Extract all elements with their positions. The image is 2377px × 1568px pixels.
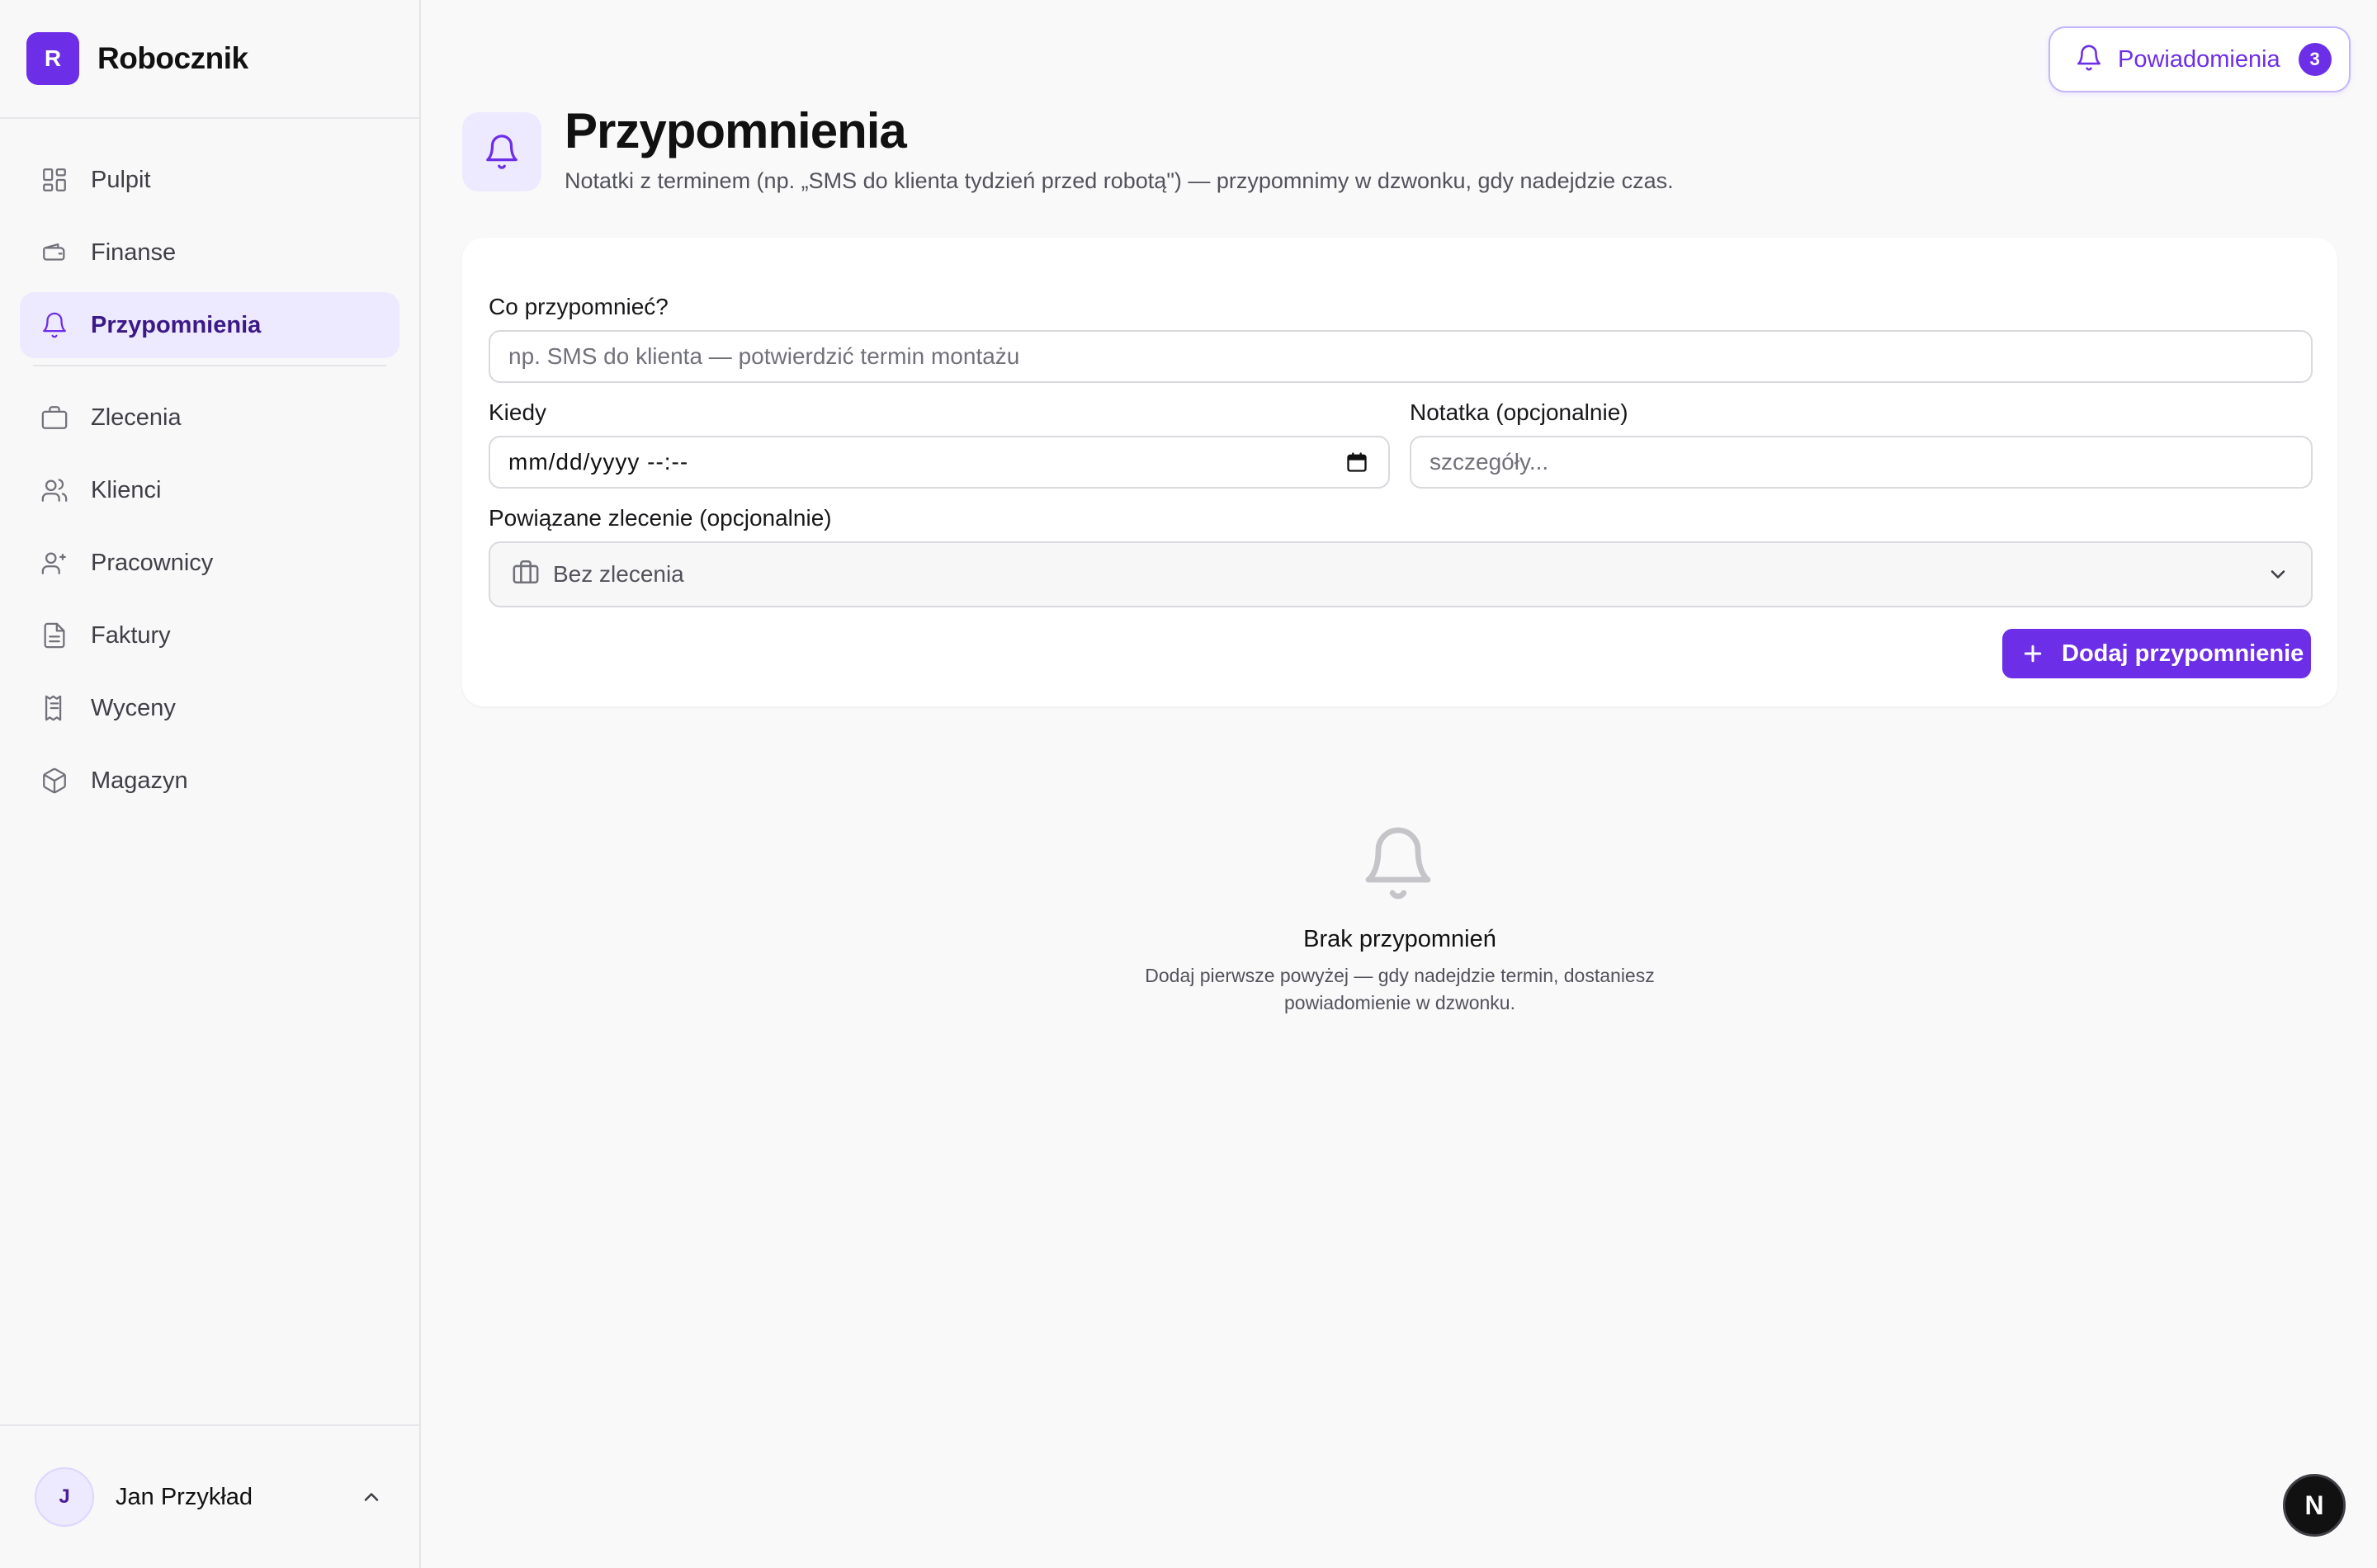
notifications-count-badge: 3 [2298, 43, 2332, 76]
bell-icon [486, 135, 517, 169]
empty-state-bell-icon [1359, 822, 1438, 904]
sidebar-item-klienci[interactable]: Klienci [20, 457, 399, 523]
add-reminder-label: Dodaj przypomnienie [2062, 640, 2304, 667]
when-datetime-input[interactable]: mm/dd/yyyy --:-- [489, 436, 1390, 489]
empty-state-title: Brak przypomnień [1303, 926, 1496, 952]
page-header-icon [462, 112, 541, 191]
job-label: Powiązane zlecenie (opcjonalnie) [489, 505, 832, 531]
empty-state-line-1: Dodaj pierwsze powyżej — gdy nadejdzie t… [1145, 965, 1655, 986]
avatar: J [35, 1467, 94, 1527]
dev-tools-badge[interactable]: N [2283, 1474, 2346, 1537]
package-icon [40, 766, 69, 796]
notifications-button[interactable]: Powiadomienia 3 [2049, 26, 2351, 92]
what-input[interactable]: np. SMS do klienta — potwierdzić termin … [489, 330, 2313, 383]
bell-icon [40, 310, 69, 340]
sidebar: R Robocznik Pulpit Finanse Przypomnienia… [0, 0, 421, 1568]
job-select-value: Bez zlecenia [553, 561, 684, 587]
briefcase-icon [40, 403, 69, 432]
sidebar-item-label: Przypomnienia [91, 311, 262, 338]
sidebar-item-label: Pulpit [91, 166, 151, 193]
empty-state-line-2: powiadomienie w dzwonku. [1284, 992, 1515, 1013]
page-subtitle: Notatki z terminem (np. „SMS do klienta … [565, 168, 1674, 193]
document-icon [40, 621, 69, 650]
sidebar-item-label: Pracownicy [91, 549, 214, 576]
when-label: Kiedy [489, 399, 547, 425]
sidebar-item-przypomnienia[interactable]: Przypomnienia [20, 292, 399, 358]
brand[interactable]: R Robocznik [0, 0, 419, 119]
sidebar-item-label: Wyceny [91, 694, 176, 721]
wallet-icon [40, 238, 69, 267]
sidebar-item-label: Finanse [91, 239, 177, 266]
user-plus-icon [40, 548, 69, 578]
receipt-icon [40, 693, 69, 723]
notifications-label: Powiadomienia [2118, 45, 2280, 73]
job-select[interactable]: Bez zlecenia [489, 541, 2313, 607]
nav-divider [33, 365, 386, 366]
app-root: R Robocznik Pulpit Finanse Przypomnienia… [0, 0, 2377, 1568]
sidebar-item-faktury[interactable]: Faktury [20, 602, 399, 668]
plus-icon [2024, 645, 2042, 663]
reminder-form-card: Co przypomnieć? np. SMS do klienta — pot… [462, 238, 2337, 706]
note-label: Notatka (opcjonalnie) [1410, 399, 1628, 425]
sidebar-item-magazyn[interactable]: Magazyn [20, 748, 399, 814]
add-reminder-button[interactable]: Dodaj przypomnienie [2002, 629, 2311, 678]
user-menu[interactable]: J Jan Przykład [0, 1424, 419, 1568]
bell-icon [2075, 44, 2103, 76]
note-input[interactable]: szczegóły... [1410, 436, 2313, 489]
briefcase-icon [512, 558, 540, 592]
page-title: Przypomnienia [565, 103, 907, 158]
sidebar-nav: Pulpit Finanse Przypomnienia Zlecenia Kl… [0, 147, 419, 820]
calendar-icon[interactable] [1345, 451, 1368, 474]
what-label: Co przypomnieć? [489, 294, 669, 319]
sidebar-item-label: Faktury [91, 621, 171, 649]
chevron-up-icon[interactable] [360, 1485, 383, 1509]
chevron-down-icon [2266, 563, 2290, 592]
sidebar-item-label: Magazyn [91, 767, 188, 794]
users-icon [40, 475, 69, 505]
sidebar-item-wyceny[interactable]: Wyceny [20, 675, 399, 741]
when-value: mm/dd/yyyy --:-- [508, 449, 689, 475]
sidebar-item-label: Klienci [91, 476, 162, 503]
sidebar-item-pracownicy[interactable]: Pracownicy [20, 530, 399, 596]
sidebar-item-finanse[interactable]: Finanse [20, 220, 399, 286]
empty-state-description: Dodaj pierwsze powyżej — gdy nadejdzie t… [1070, 962, 1730, 1017]
sidebar-item-label: Zlecenia [91, 404, 182, 431]
brand-logo: R [26, 32, 79, 85]
sidebar-item-zlecenia[interactable]: Zlecenia [20, 385, 399, 451]
dashboard-grid-icon [40, 165, 69, 195]
sidebar-item-pulpit[interactable]: Pulpit [20, 147, 399, 213]
brand-name: Robocznik [97, 41, 248, 75]
user-name: Jan Przykład [116, 1483, 253, 1510]
